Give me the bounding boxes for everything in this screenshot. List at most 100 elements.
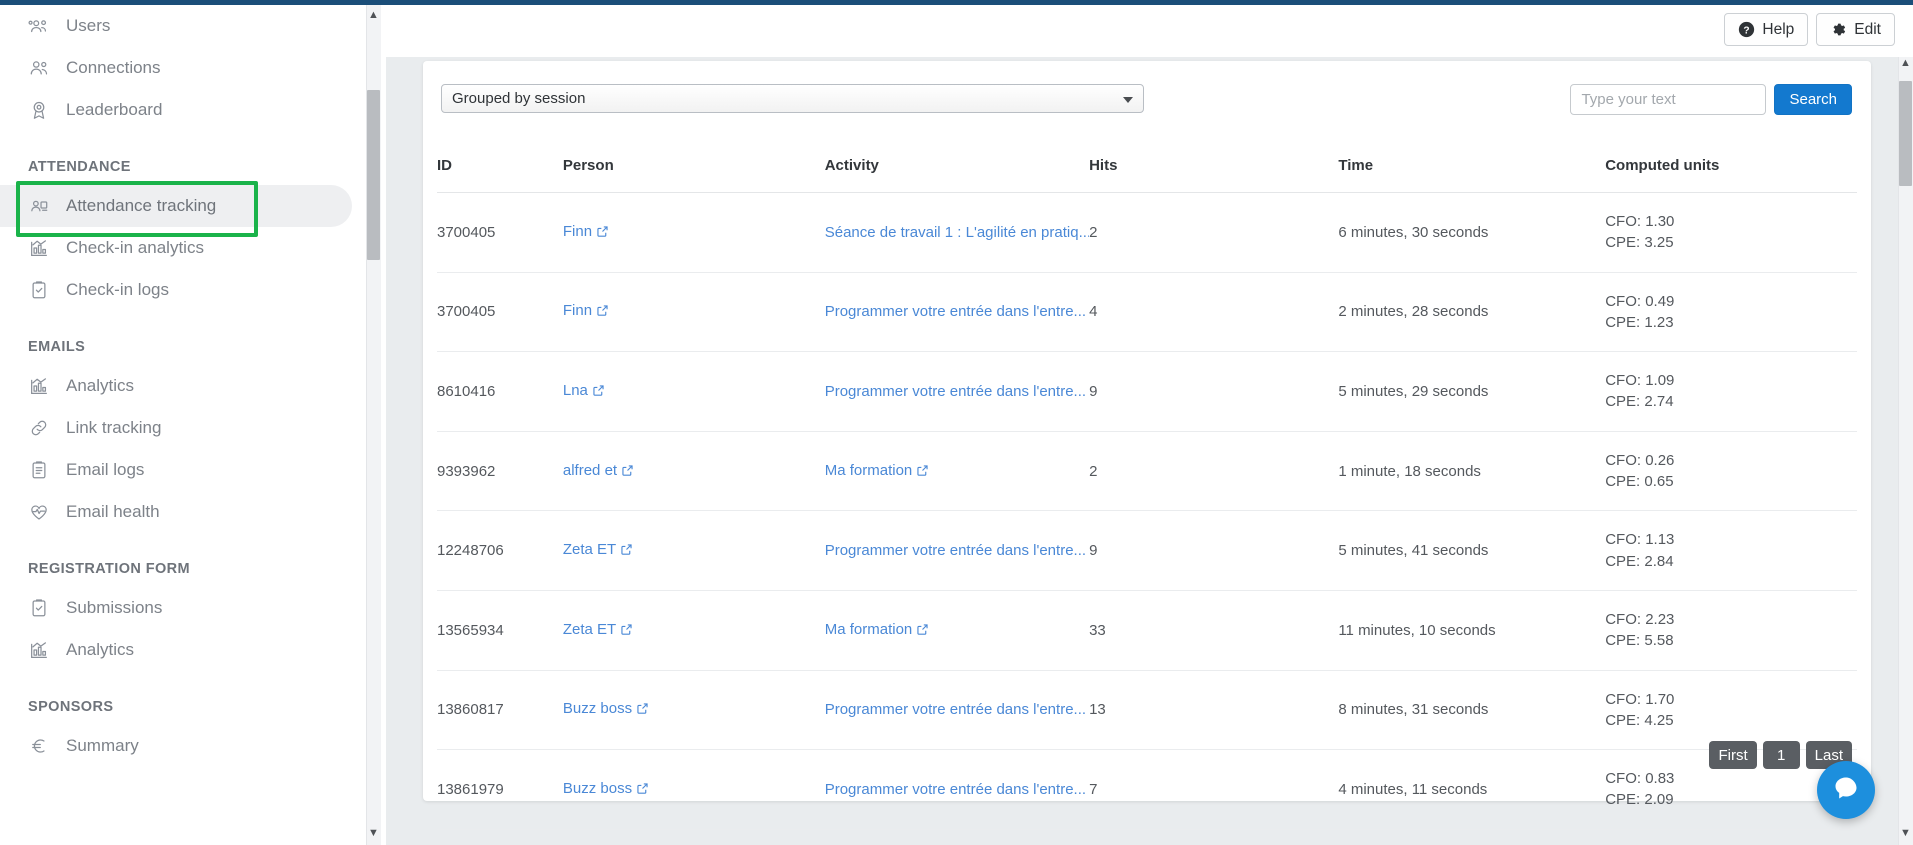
person-link[interactable]: Buzz boss xyxy=(563,700,632,717)
cell-hits: 2 xyxy=(1089,192,1339,273)
sidebar-scroll-up-arrow[interactable]: ▲ xyxy=(368,10,379,21)
table-row: 8610416 Lna Programmer votre entrée dans l… xyxy=(437,351,1857,432)
cell-activity: Programmer votre entrée dans l'entre... xyxy=(824,749,1090,830)
cell-time: 4 minutes, 11 seconds xyxy=(1338,749,1606,830)
sidebar-scroll-down-arrow[interactable]: ▼ xyxy=(368,828,379,839)
sidebar-item-email-health[interactable]: Email health xyxy=(0,491,386,533)
sidebar-item-summary[interactable]: Summary xyxy=(0,725,386,767)
chat-launcher-button[interactable] xyxy=(1817,761,1875,819)
main-scrollbar-thumb[interactable] xyxy=(1899,81,1912,186)
euro-icon xyxy=(26,735,52,757)
activity-link[interactable]: Ma formation xyxy=(825,621,913,638)
sidebar-item-leaderboard[interactable]: Leaderboard xyxy=(0,89,386,131)
sidebar-item-check-in-logs[interactable]: Check-in logs xyxy=(0,269,386,311)
activity-link[interactable]: Ma formation xyxy=(825,462,913,479)
computed-unit-cpe: CPE: 2.84 xyxy=(1605,552,1674,570)
activity-link[interactable]: Programmer votre entrée dans l'entre... xyxy=(825,383,1086,400)
main-scroll-up-arrow[interactable]: ▲ xyxy=(1900,58,1911,69)
column-header-hits[interactable]: Hits xyxy=(1089,149,1339,193)
cell-id: 8610416 xyxy=(437,351,563,432)
table-row: 12248706 Zeta ET Programmer votre entrée d… xyxy=(437,510,1857,591)
computed-unit-cpe: CPE: 5.58 xyxy=(1605,632,1674,650)
computed-unit-cpe: CPE: 3.25 xyxy=(1605,234,1674,252)
person-link[interactable]: Finn xyxy=(563,302,592,319)
sidebar-item-check-in-analytics[interactable]: Check-in analytics xyxy=(0,227,386,269)
cell-activity: Programmer votre entrée dans l'entre... xyxy=(824,272,1090,353)
person-link[interactable]: alfred et xyxy=(563,462,617,479)
person-link[interactable]: Zeta ET xyxy=(563,621,616,638)
question-circle-icon: ? xyxy=(1738,21,1755,38)
person-link[interactable]: Lna xyxy=(563,382,588,399)
sidebar-item-label: Check-in analytics xyxy=(66,238,204,257)
help-button[interactable]: ? Help xyxy=(1724,13,1809,46)
users-group-icon xyxy=(26,15,52,37)
activity-link[interactable]: Programmer votre entrée dans l'entre... xyxy=(825,542,1086,559)
sidebar-item-attendance-tracking[interactable]: Attendance tracking xyxy=(0,181,352,237)
cell-id: 3700405 xyxy=(437,192,563,273)
sidebar-section-emails: EMAILS xyxy=(28,339,86,355)
main-content-area: ? Help Edit Grouped by session Type your… xyxy=(386,5,1913,845)
activity-link[interactable]: Séance de travail 1 : L'agilité en prati… xyxy=(825,224,1089,241)
activity-link[interactable]: Programmer votre entrée dans l'entre... xyxy=(825,781,1086,798)
activity-link[interactable]: Programmer votre entrée dans l'entre... xyxy=(825,303,1086,320)
external-link-icon xyxy=(596,304,609,321)
grouping-select[interactable]: Grouped by session xyxy=(441,84,1144,113)
sidebar-item-analytics[interactable]: Analytics xyxy=(0,629,386,671)
table-header-row: ID Person Activity Hits Time Computed un… xyxy=(437,149,1857,193)
activity-link[interactable]: Programmer votre entrée dans l'entre... xyxy=(825,701,1086,718)
main-scroll-down-arrow[interactable]: ▼ xyxy=(1900,828,1911,839)
cell-person: Zeta ET xyxy=(562,510,825,591)
cell-time: 5 minutes, 29 seconds xyxy=(1338,351,1606,432)
sidebar-scrollbar-thumb[interactable] xyxy=(367,90,380,260)
computed-unit-cfo: CFO: 1.13 xyxy=(1605,531,1675,549)
cell-time: 1 minute, 18 seconds xyxy=(1338,431,1606,512)
cell-hits: 9 xyxy=(1089,351,1339,432)
column-header-activity[interactable]: Activity xyxy=(824,149,1090,193)
column-header-person[interactable]: Person xyxy=(562,149,825,193)
cell-id: 13861979 xyxy=(437,749,563,830)
column-header-id[interactable]: ID xyxy=(437,149,563,193)
sidebar-section-attendance: ATTENDANCE xyxy=(28,159,131,175)
person-link[interactable]: Finn xyxy=(563,223,592,240)
sidebar-item-link-tracking[interactable]: Link tracking xyxy=(0,407,386,449)
cell-person: Finn xyxy=(562,192,825,273)
sidebar-item-analytics[interactable]: Analytics xyxy=(0,365,386,407)
column-header-computed-units[interactable]: Computed units xyxy=(1605,149,1857,193)
attendance-badge-icon xyxy=(26,195,52,217)
pagination-page-1-button[interactable]: 1 xyxy=(1762,741,1800,769)
cell-id: 13860817 xyxy=(437,670,563,751)
sidebar-item-label: Summary xyxy=(66,736,139,755)
cell-person: Buzz boss xyxy=(562,670,825,751)
sidebar-item-submissions[interactable]: Submissions xyxy=(0,587,386,629)
pagination-first-button[interactable]: First xyxy=(1709,741,1757,769)
edit-button[interactable]: Edit xyxy=(1816,13,1895,46)
column-header-time[interactable]: Time xyxy=(1338,149,1606,193)
sidebar-item-users[interactable]: Users xyxy=(0,5,386,47)
sidebar-item-label: Email health xyxy=(66,502,160,521)
person-link[interactable]: Buzz boss xyxy=(563,780,632,797)
sidebar-item-connections[interactable]: Connections xyxy=(0,47,386,89)
search-input[interactable] xyxy=(1570,84,1767,115)
attendance-tracking-card: Grouped by session Search ID Person Acti… xyxy=(423,61,1871,830)
table-toolbar: Grouped by session Search xyxy=(423,84,1871,128)
sidebar-item-label: Submissions xyxy=(66,598,163,617)
grouping-select-value: Grouped by session xyxy=(452,90,586,107)
analytics-bars-icon xyxy=(26,375,52,397)
sidebar-item-email-logs[interactable]: Email logs xyxy=(0,449,386,491)
sidebar-section-sponsors: SPONSORS xyxy=(28,699,114,715)
person-link[interactable]: Zeta ET xyxy=(563,541,616,558)
computed-unit-cfo: CFO: 0.49 xyxy=(1605,292,1675,310)
help-button-label: Help xyxy=(1762,20,1795,38)
cell-activity: Programmer votre entrée dans l'entre... xyxy=(824,351,1090,432)
cell-id: 12248706 xyxy=(437,510,563,591)
chevron-down-icon xyxy=(1123,97,1133,103)
table-row: 13565934 Zeta ET Ma formation 33 11 minutes,… xyxy=(437,590,1857,671)
cell-id: 3700405 xyxy=(437,272,563,353)
clipboard-list-icon xyxy=(26,459,52,481)
external-link-icon xyxy=(916,623,929,640)
sidebar-item-label: Users xyxy=(66,16,111,35)
cell-person: Zeta ET xyxy=(562,590,825,671)
cell-hits: 2 xyxy=(1089,431,1339,512)
search-button[interactable]: Search xyxy=(1774,84,1852,115)
sidebar-item-label: Analytics xyxy=(66,376,135,395)
